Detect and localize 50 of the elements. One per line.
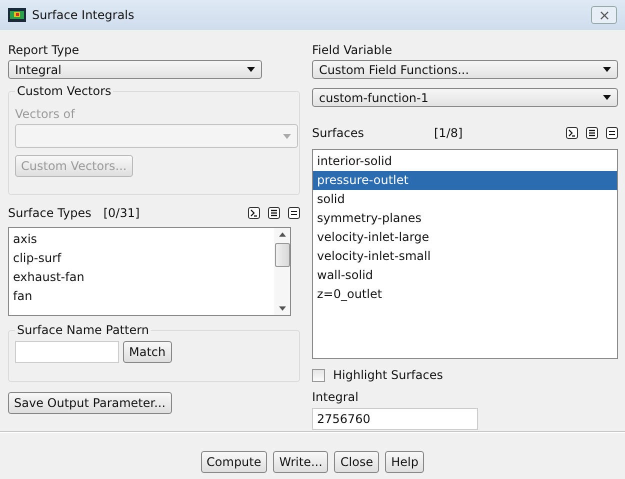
select-icon[interactable] [248,207,260,219]
surface-types-label: Surface Types [8,205,92,221]
window-title: Surface Integrals [32,8,136,22]
scroll-up-icon[interactable] [278,232,286,237]
scrollbar[interactable] [274,228,290,315]
surface-item[interactable]: velocity-inlet-small [313,247,617,266]
surface-item[interactable]: symmetry-planes [313,209,617,228]
match-button[interactable]: Match [123,341,172,363]
report-type-label: Report Type [8,42,80,58]
close-icon [600,10,608,20]
app-icon [8,8,26,22]
integral-field[interactable]: 2756760 [312,408,478,430]
vectors-of-label: Vectors of [15,106,76,122]
field-variable-label: Field Variable [312,42,394,58]
field-variable-dropdown[interactable]: Custom Field Functions... [312,60,618,79]
scroll-down-icon[interactable] [278,306,286,311]
caret-icon [247,67,255,72]
dialog-button[interactable]: Write... [273,451,328,473]
surfaces-label: Surfaces [312,125,365,141]
surface-item[interactable]: velocity-inlet-large [313,228,617,247]
caret-icon [283,134,291,138]
surface-item[interactable]: pressure-outlet [313,171,617,190]
save-output-parameter-button[interactable]: Save Output Parameter... [8,392,172,414]
caret-icon [603,67,611,72]
dialog-button[interactable]: Compute [200,451,268,473]
surfaces-count: [1/8] [434,126,463,140]
surface-type-item[interactable]: fan [9,287,274,306]
custom-function-dropdown[interactable]: custom-function-1 [312,88,618,107]
dialog-button[interactable]: Close [334,451,380,473]
surface-item[interactable]: z=0_outlet [313,285,617,304]
surface-item[interactable]: interior-solid [313,152,617,171]
select-all-icon[interactable] [586,127,598,139]
pattern-field[interactable] [15,341,119,363]
highlight-surfaces-checkbox[interactable] [312,368,325,382]
select-all-icon[interactable] [268,207,280,219]
close-button[interactable] [591,6,617,24]
report-type-dropdown[interactable]: Integral [8,60,262,79]
surface-types-count: [0/31] [103,206,140,220]
surface-type-item[interactable]: exhaust-fan [9,268,274,287]
surface-type-item[interactable]: clip-surf [9,249,274,268]
deselect-all-icon[interactable] [606,127,618,139]
surface-item[interactable]: wall-solid [313,266,617,285]
integral-label: Integral [312,389,360,405]
highlight-surfaces-label: Highlight Surfaces [333,367,443,383]
caret-icon [603,95,611,100]
surface-type-item[interactable]: axis [9,230,274,249]
dialog-button[interactable]: Help [385,451,424,473]
surface-item[interactable]: solid [313,190,617,209]
select-icon[interactable] [566,127,578,139]
deselect-all-icon[interactable] [288,207,300,219]
